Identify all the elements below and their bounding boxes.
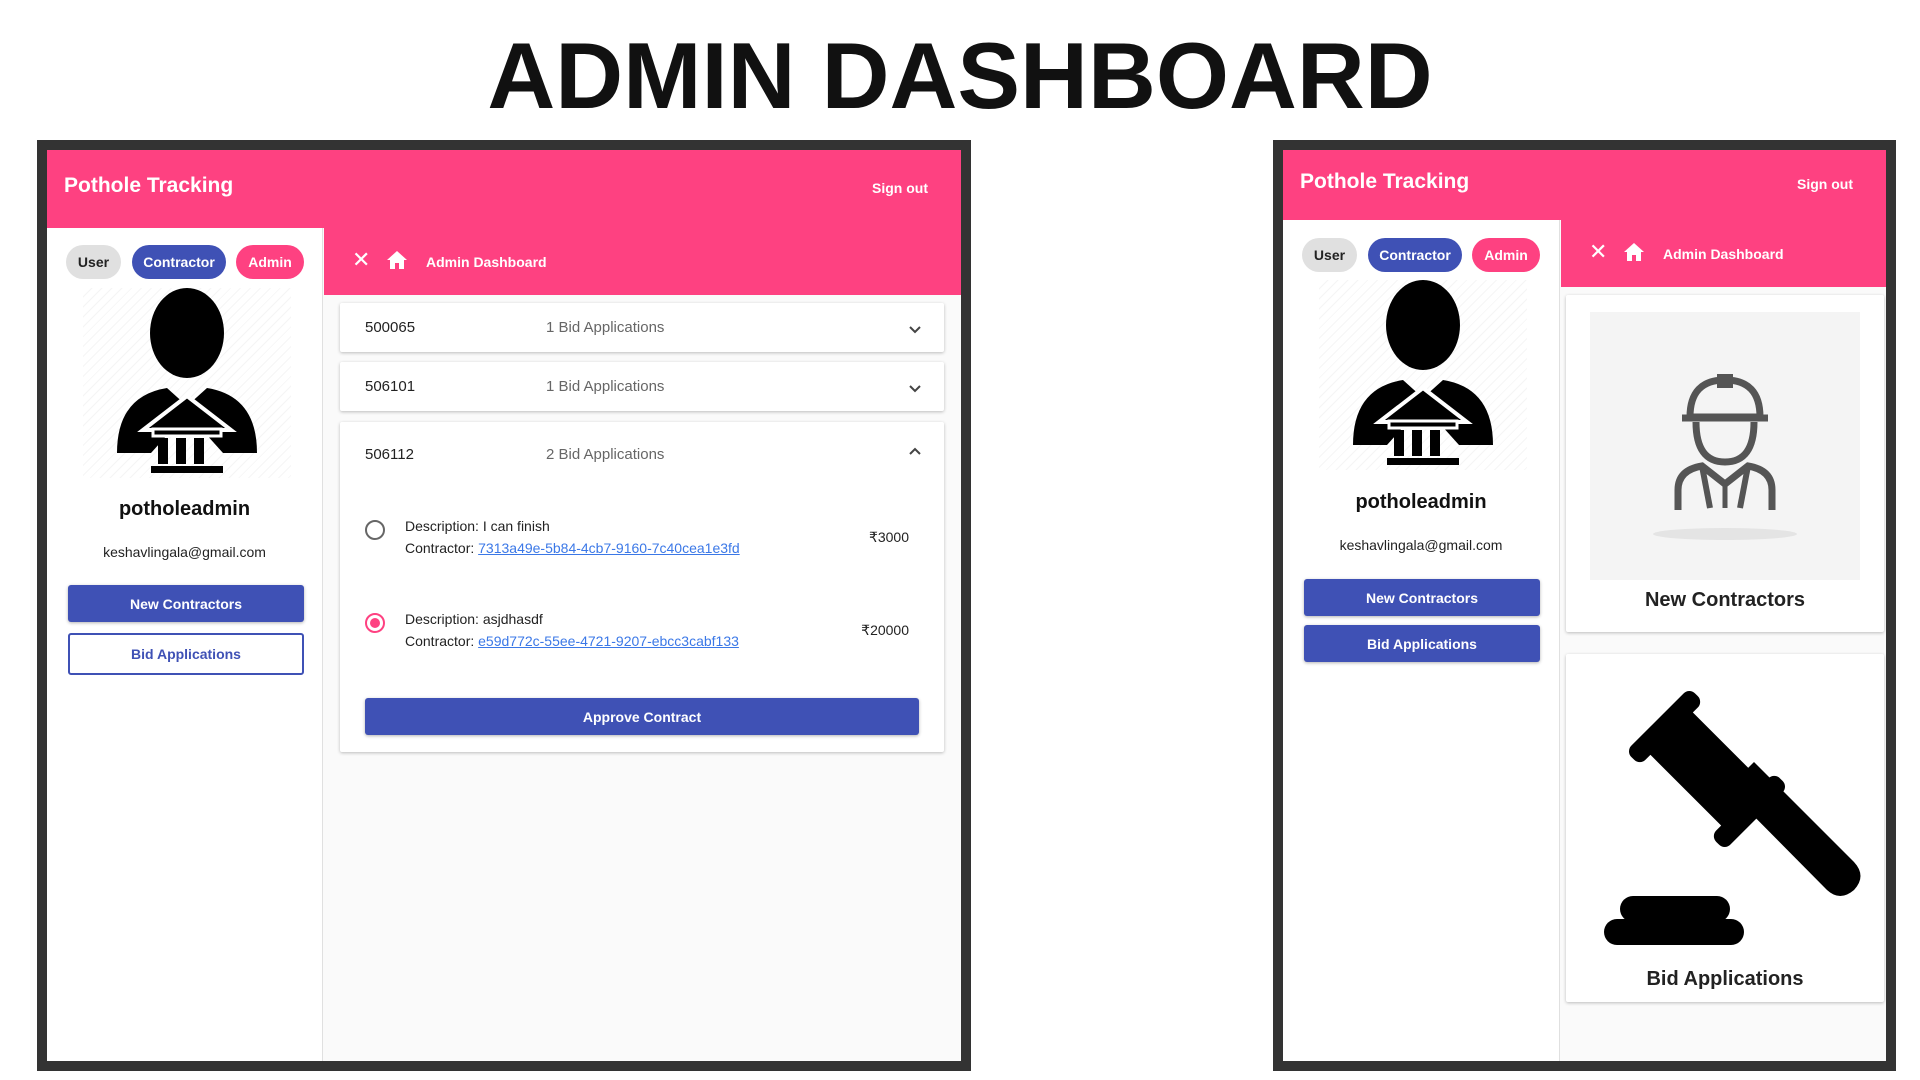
user-email: keshavlingala@gmail.com xyxy=(103,544,266,560)
subbar-title: Admin Dashboard xyxy=(426,254,547,270)
admin-user-bank-icon xyxy=(117,288,257,473)
admin-subbar: ✕ Admin Dashboard xyxy=(1561,220,1886,287)
bid-description: Description: I can finish xyxy=(405,518,550,534)
bid-description: Description: asjdhasdf xyxy=(405,611,543,627)
close-icon[interactable]: ✕ xyxy=(1589,239,1607,265)
bid-count: 2 Bid Applications xyxy=(546,446,665,463)
admin-user-bank-icon xyxy=(1353,280,1493,465)
pincode-panel[interactable]: 500065 1 Bid Applications xyxy=(340,303,944,352)
chip-contractor[interactable]: Contractor xyxy=(132,245,226,279)
chip-contractor[interactable]: Contractor xyxy=(1368,238,1462,272)
pincode: 506101 xyxy=(365,378,416,395)
avatar xyxy=(83,288,291,478)
new-contractors-button[interactable]: New Contractors xyxy=(1304,579,1540,616)
app-title: Pothole Tracking xyxy=(64,174,234,197)
bid-radio[interactable] xyxy=(365,520,385,540)
pincode-panel-expanded: 506112 2 Bid Applications Description: I… xyxy=(340,422,944,752)
home-icon[interactable] xyxy=(386,250,408,270)
new-contractors-button[interactable]: New Contractors xyxy=(68,585,304,622)
subbar-title: Admin Dashboard xyxy=(1663,246,1784,262)
bid-count: 1 Bid Applications xyxy=(546,319,665,336)
pincode: 506112 xyxy=(365,446,414,463)
sidebar: User Contractor Admin potholeadmin kesha… xyxy=(1283,220,1560,1061)
left-screenshot-frame: Pothole Tracking Sign out User Contracto… xyxy=(37,140,971,1071)
sign-out-button[interactable]: Sign out xyxy=(1797,176,1853,192)
right-screenshot-frame: Pothole Tracking Sign out User Contracto… xyxy=(1273,140,1896,1071)
approve-contract-button[interactable]: Approve Contract xyxy=(365,698,919,735)
chevron-up-icon[interactable] xyxy=(908,446,922,456)
bid-applications-button[interactable]: Bid Applications xyxy=(1304,625,1540,662)
gavel-icon xyxy=(1604,690,1861,945)
page-title: ADMIN DASHBOARD xyxy=(487,23,1433,128)
construction-worker-icon xyxy=(1653,374,1797,540)
user-email: keshavlingala@gmail.com xyxy=(1339,537,1503,553)
bid-count: 1 Bid Applications xyxy=(546,378,665,395)
bid-contractor: Contractor: 7313a49e-5b84-4cb7-9160-7c40… xyxy=(405,540,740,556)
app-title: Pothole Tracking xyxy=(1300,170,1470,193)
chip-admin[interactable]: Admin xyxy=(1472,238,1540,272)
username: potholeadmin xyxy=(1355,491,1487,513)
chip-admin[interactable]: Admin xyxy=(236,245,304,279)
bid-applications-button[interactable]: Bid Applications xyxy=(68,633,304,675)
bid-item: Description: asjdhasdf Contractor: e59d7… xyxy=(365,611,919,661)
contractor-link[interactable]: 7313a49e-5b84-4cb7-9160-7c40cea1e3fd xyxy=(478,540,740,556)
bid-amount: ₹20000 xyxy=(861,622,909,638)
card-image-area xyxy=(1590,312,1860,580)
new-contractors-card[interactable]: New Contractors xyxy=(1566,295,1884,632)
pincode-panel[interactable]: 506101 1 Bid Applications xyxy=(340,362,944,411)
pincode: 500065 xyxy=(365,319,416,336)
avatar xyxy=(1319,280,1527,470)
sidebar: User Contractor Admin potholeadmin kesha… xyxy=(47,228,323,1061)
admin-subbar: ✕ Admin Dashboard xyxy=(324,228,961,295)
chip-user[interactable]: User xyxy=(66,245,121,279)
bid-item: Description: I can finish Contractor: 73… xyxy=(365,518,919,568)
bid-amount: ₹3000 xyxy=(868,529,909,545)
chevron-down-icon[interactable] xyxy=(908,325,922,335)
username: potholeadmin xyxy=(118,498,251,520)
card-label: New Contractors xyxy=(1644,589,1806,611)
app-header: Pothole Tracking Sign out xyxy=(47,150,961,228)
bid-radio-selected[interactable] xyxy=(365,613,385,633)
chevron-down-icon[interactable] xyxy=(908,384,922,394)
app-header: Pothole Tracking Sign out xyxy=(1283,150,1886,220)
close-icon[interactable]: ✕ xyxy=(352,247,370,273)
card-label: Bid Applications xyxy=(1646,968,1804,990)
sign-out-button[interactable]: Sign out xyxy=(872,180,928,196)
chip-user[interactable]: User xyxy=(1302,238,1357,272)
home-icon[interactable] xyxy=(1623,242,1645,262)
bid-contractor: Contractor: e59d772c-55ee-4721-9207-ebcc… xyxy=(405,633,739,649)
bid-applications-card[interactable]: Bid Applications xyxy=(1566,654,1884,1002)
contractor-link[interactable]: e59d772c-55ee-4721-9207-ebcc3cabf133 xyxy=(478,633,739,649)
